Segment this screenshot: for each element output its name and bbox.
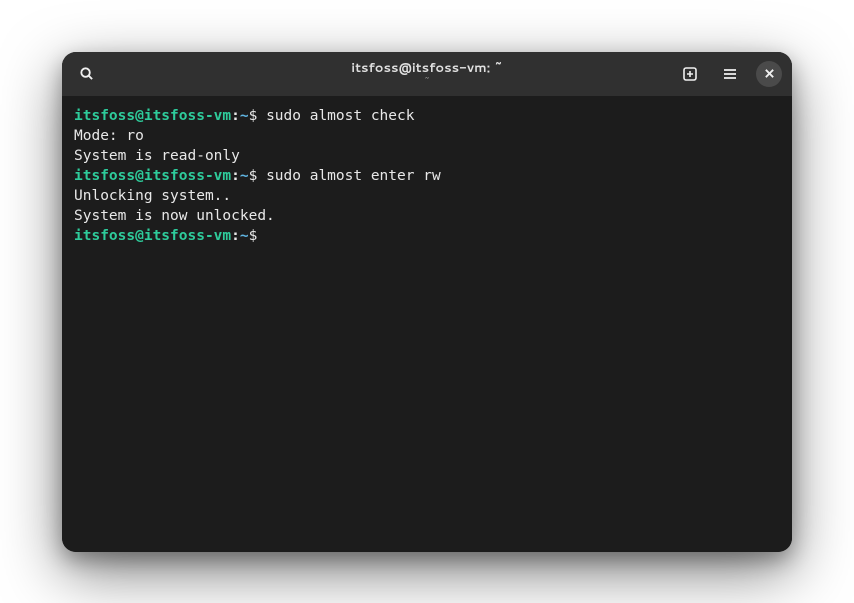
terminal-line: itsfoss@itsfoss-vm:~$: [74, 226, 780, 246]
prompt-user-host: itsfoss@itsfoss-vm: [74, 108, 231, 124]
new-tab-button[interactable]: [676, 60, 704, 88]
window-subtitle: ~: [424, 76, 430, 86]
terminal-line: itsfoss@itsfoss-vm:~$ sudo almost enter …: [74, 166, 780, 186]
prompt-colon: :: [231, 108, 240, 124]
menu-button[interactable]: [716, 60, 744, 88]
terminal-output: Unlocking system..: [74, 186, 780, 206]
prompt-user-host: itsfoss@itsfoss-vm: [74, 228, 231, 244]
terminal-window: itsfoss@itsfoss-vm: ~ ~: [62, 52, 792, 552]
prompt-user-host: itsfoss@itsfoss-vm: [74, 168, 231, 184]
command-text: [257, 228, 266, 244]
terminal-output: System is read-only: [74, 146, 780, 166]
close-button[interactable]: [756, 61, 782, 87]
prompt-path: ~: [240, 168, 249, 184]
prompt-colon: :: [231, 228, 240, 244]
titlebar-title-area: itsfoss@itsfoss-vm: ~ ~: [192, 61, 662, 85]
terminal-body[interactable]: itsfoss@itsfoss-vm:~$ sudo almost check …: [62, 96, 792, 552]
prompt-path: ~: [240, 108, 249, 124]
terminal-output: System is now unlocked.: [74, 206, 780, 226]
new-tab-icon: [682, 66, 698, 82]
command-text: sudo almost check: [257, 108, 414, 124]
titlebar-left: [72, 60, 192, 88]
search-icon: [79, 66, 94, 81]
hamburger-menu-icon: [722, 66, 738, 82]
prompt-path: ~: [240, 228, 249, 244]
search-button[interactable]: [72, 60, 100, 88]
titlebar-right: [662, 60, 782, 88]
terminal-line: itsfoss@itsfoss-vm:~$ sudo almost check: [74, 106, 780, 126]
close-icon: [764, 68, 775, 79]
terminal-output: Mode: ro: [74, 126, 780, 146]
titlebar: itsfoss@itsfoss-vm: ~ ~: [62, 52, 792, 96]
prompt-colon: :: [231, 168, 240, 184]
command-text: sudo almost enter rw: [257, 168, 440, 184]
